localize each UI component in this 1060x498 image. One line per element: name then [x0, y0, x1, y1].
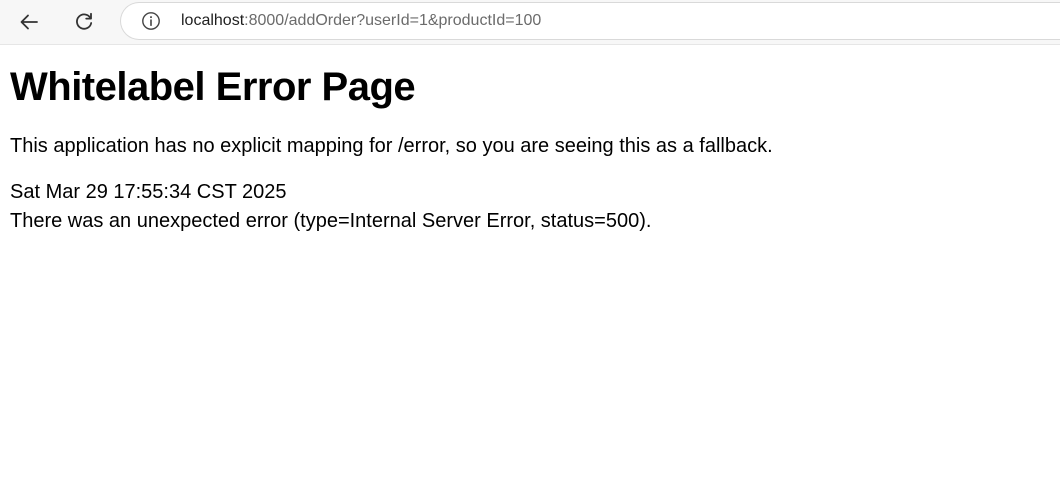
reload-button[interactable]	[68, 6, 100, 38]
url-host: localhost	[181, 12, 245, 29]
address-bar[interactable]: localhost:8000/addOrder?userId=1&product…	[120, 2, 1060, 40]
error-timestamp: Sat Mar 29 17:55:34 CST 2025	[10, 181, 287, 203]
error-details: Sat Mar 29 17:55:34 CST 2025 There was a…	[10, 178, 1050, 236]
browser-toolbar: localhost:8000/addOrder?userId=1&product…	[0, 0, 1060, 45]
fallback-message: This application has no explicit mapping…	[10, 135, 773, 157]
error-description: There was an unexpected error (type=Inte…	[10, 210, 652, 232]
reload-icon	[76, 12, 93, 30]
page-title: Whitelabel Error Page	[10, 65, 416, 109]
url-text[interactable]: localhost:8000/addOrder?userId=1&product…	[181, 12, 541, 30]
arrow-left-icon	[20, 14, 38, 30]
info-circle-icon[interactable]	[141, 11, 161, 31]
back-button[interactable]	[13, 6, 45, 38]
url-path: :8000/addOrder?userId=1&productId=100	[244, 12, 542, 29]
page-content: Whitelabel Error Page This application h…	[10, 44, 1050, 236]
